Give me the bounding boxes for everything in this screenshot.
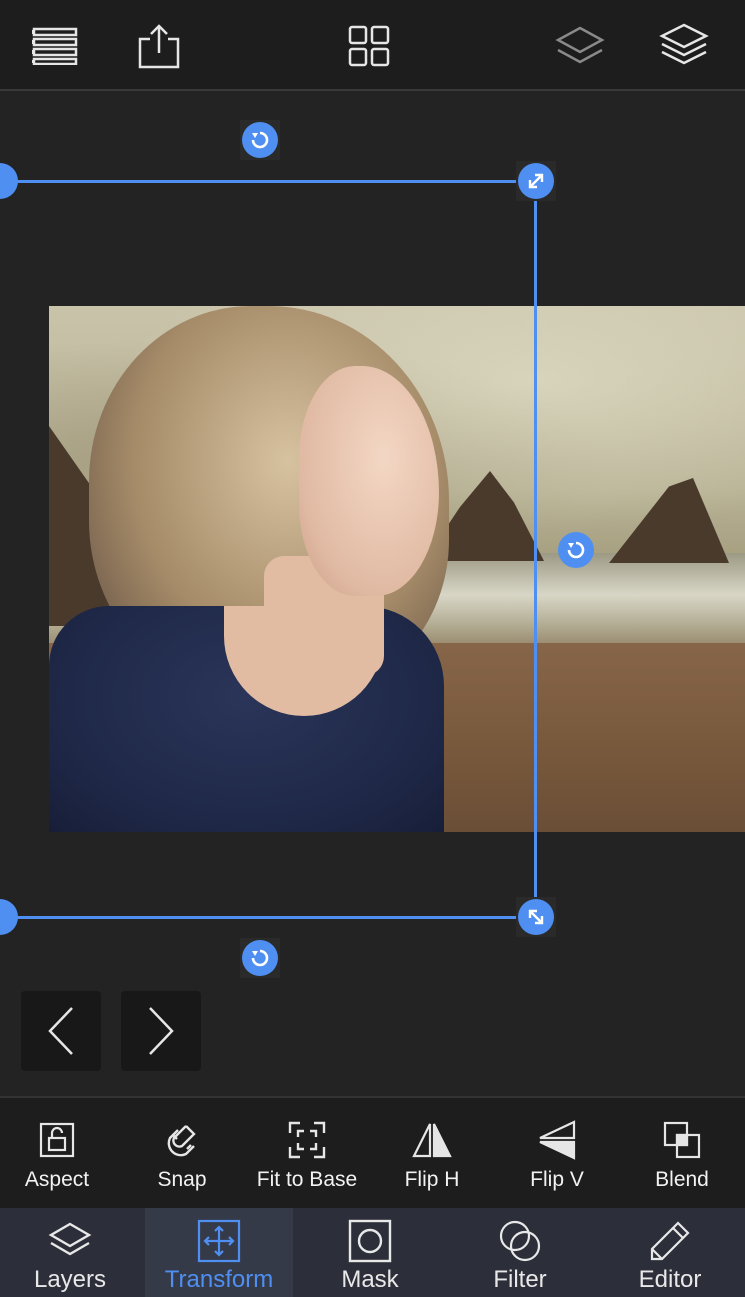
- tab-mask[interactable]: Mask: [296, 1208, 444, 1297]
- scale-handle-bottom-right[interactable]: [518, 899, 554, 935]
- layer-image[interactable]: [49, 306, 745, 832]
- tab-transform[interactable]: Transform: [145, 1208, 293, 1297]
- flip-v-button[interactable]: Flip V: [495, 1120, 619, 1200]
- tool-label: Fit to Base: [256, 1168, 358, 1191]
- rotate-icon: [251, 949, 269, 967]
- mask-icon: [347, 1218, 393, 1264]
- tool-label: Flip H: [404, 1168, 460, 1191]
- snap-button[interactable]: Snap: [120, 1120, 244, 1200]
- tab-layers[interactable]: Layers: [0, 1208, 144, 1297]
- tab-filter[interactable]: Filter: [446, 1208, 594, 1297]
- blend-button[interactable]: Blend: [620, 1120, 744, 1200]
- transform-icon: [196, 1218, 242, 1264]
- scale-handle-top-right[interactable]: [518, 163, 554, 199]
- next-layer-button[interactable]: [121, 991, 201, 1071]
- tool-label: Blend: [655, 1168, 709, 1191]
- resize-diagonal-icon: [528, 173, 544, 189]
- resize-diagonal-icon: [528, 909, 544, 925]
- fit-frame-icon: [287, 1120, 327, 1160]
- flip-vertical-icon: [537, 1120, 577, 1160]
- flip-horizontal-icon: [412, 1120, 452, 1160]
- layers-stack-icon[interactable]: [656, 18, 712, 74]
- layers-single-icon[interactable]: [552, 18, 608, 74]
- transform-toolbar: Aspect Snap Fit to Base Flip H Flip V Bl…: [0, 1096, 745, 1210]
- bounding-box-top-edge: [0, 180, 537, 183]
- blend-icon: [662, 1120, 702, 1160]
- tab-label: Editor: [638, 1266, 702, 1293]
- rotate-handle-top[interactable]: [242, 122, 278, 158]
- editing-canvas[interactable]: [0, 91, 745, 1096]
- rotate-handle-left-bottom[interactable]: [0, 899, 18, 935]
- share-icon[interactable]: [131, 18, 187, 74]
- list-icon[interactable]: [27, 18, 83, 74]
- bounding-box-right-edge: [534, 181, 537, 918]
- layers-icon: [47, 1218, 93, 1264]
- pencil-icon: [647, 1218, 693, 1264]
- rotate-icon: [567, 541, 585, 559]
- top-toolbar: [0, 0, 745, 91]
- tab-editor[interactable]: Editor: [596, 1208, 744, 1297]
- aspect-button[interactable]: Aspect: [0, 1120, 119, 1200]
- bounding-box-bottom-edge: [0, 916, 537, 919]
- tab-label: Layers: [33, 1266, 107, 1293]
- fit-to-base-button[interactable]: Fit to Base: [245, 1120, 369, 1200]
- tool-label: Flip V: [530, 1168, 584, 1191]
- rotate-handle-left-top[interactable]: [0, 163, 18, 199]
- tab-label: Transform: [164, 1266, 274, 1293]
- magnet-icon: [162, 1120, 202, 1160]
- bottom-tab-bar: Layers Transform Mask Filter Editor: [0, 1208, 745, 1297]
- tool-label: Aspect: [24, 1168, 90, 1191]
- previous-layer-button[interactable]: [21, 991, 101, 1071]
- tab-label: Filter: [493, 1266, 547, 1293]
- tab-label: Mask: [341, 1266, 399, 1293]
- tool-label: Snap: [157, 1168, 207, 1191]
- rotate-icon: [251, 131, 269, 149]
- flip-h-button[interactable]: Flip H: [370, 1120, 494, 1200]
- chevron-right-icon: [149, 1007, 174, 1055]
- chevron-left-icon: [48, 1007, 73, 1055]
- rotate-handle-bottom[interactable]: [242, 940, 278, 976]
- rotate-handle-right[interactable]: [558, 532, 594, 568]
- grid-icon[interactable]: [341, 18, 397, 74]
- filter-icon: [497, 1218, 543, 1264]
- lock-icon: [37, 1120, 77, 1160]
